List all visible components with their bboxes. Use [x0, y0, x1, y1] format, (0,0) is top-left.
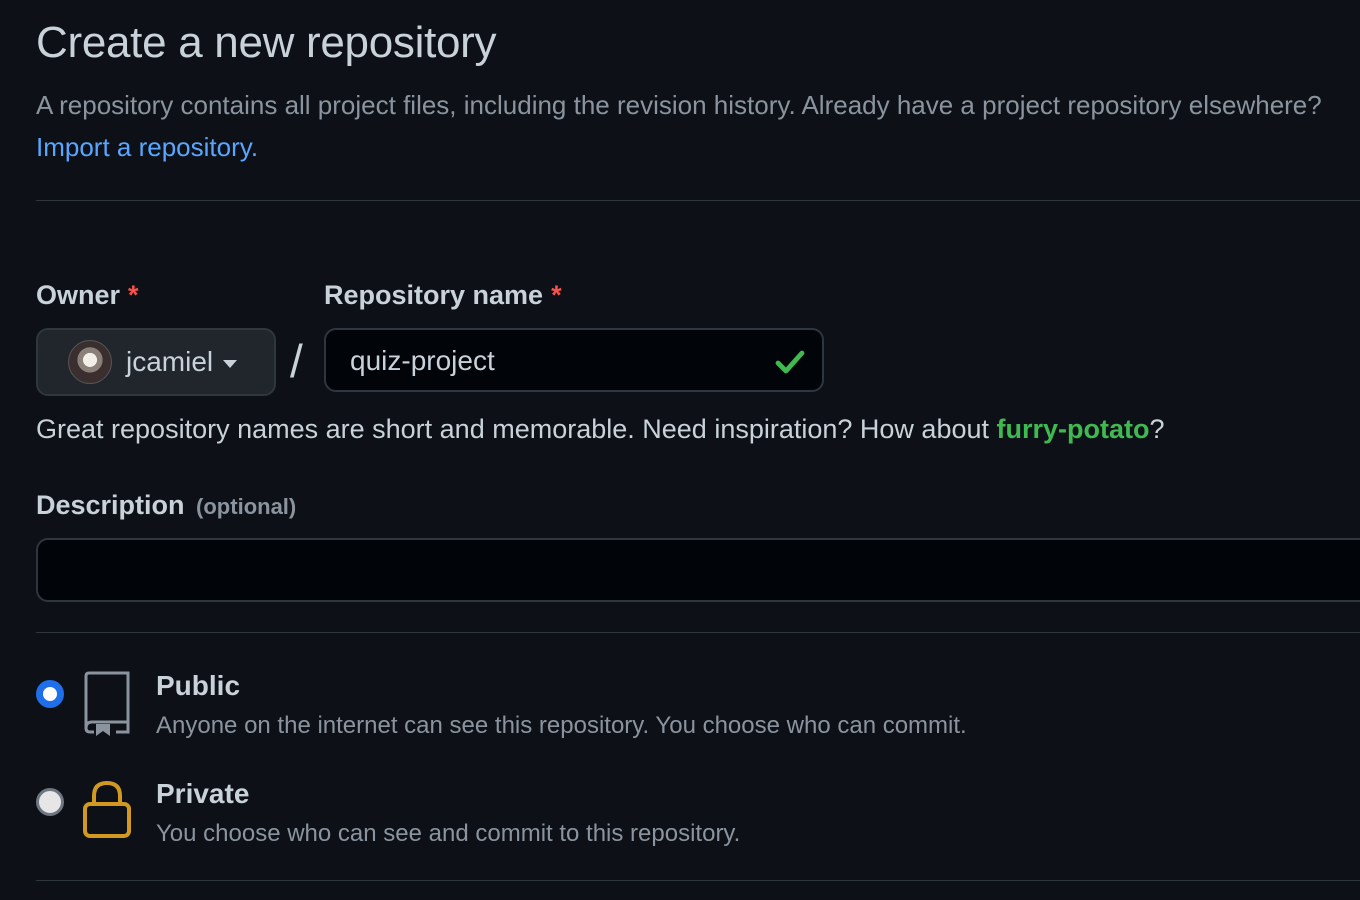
repo-icon — [84, 671, 130, 736]
hint-text: Great repository names are short and mem… — [36, 414, 989, 444]
name-suggestion-link[interactable]: furry-potato — [997, 414, 1150, 444]
owner-repo-separator: / — [290, 335, 303, 387]
owner-name: jcamiel — [126, 346, 214, 377]
required-mark: * — [551, 280, 562, 310]
description-label-text: Description — [36, 490, 185, 520]
repo-name-label: Repository name * — [324, 280, 562, 311]
private-radio[interactable] — [36, 788, 64, 816]
repo-name-field[interactable] — [324, 328, 824, 392]
private-title: Private — [156, 778, 250, 809]
import-repository-link[interactable]: Import a repository. — [36, 132, 258, 162]
caret-down-icon — [223, 360, 238, 368]
user-avatar-icon — [68, 340, 112, 384]
owner-dropdown[interactable]: jcamiel — [36, 328, 276, 396]
name-hint: Great repository names are short and mem… — [36, 414, 1165, 445]
divider — [36, 200, 1360, 201]
page-subtitle: A repository contains all project files,… — [36, 84, 1356, 168]
optional-tag: (optional) — [196, 494, 297, 519]
subtitle-text: A repository contains all project files,… — [36, 90, 1322, 120]
lock-icon — [83, 780, 131, 838]
public-radio[interactable] — [36, 680, 64, 708]
description-field[interactable] — [36, 538, 1360, 602]
check-icon — [775, 350, 805, 374]
description-label: Description (optional) — [36, 490, 296, 521]
create-repo-page: Create a new repository A repository con… — [36, 0, 1360, 900]
private-description: You choose who can see and commit to thi… — [156, 820, 741, 847]
divider — [36, 632, 1360, 633]
public-description: Anyone on the internet can see this repo… — [156, 712, 967, 739]
hint-suffix: ? — [1149, 414, 1165, 444]
owner-label: Owner * — [36, 280, 139, 311]
required-mark: * — [128, 280, 139, 310]
repo-name-input[interactable] — [350, 342, 760, 380]
public-title: Public — [156, 670, 241, 701]
page-title: Create a new repository — [36, 18, 497, 67]
description-input[interactable] — [58, 552, 1338, 590]
owner-label-text: Owner — [36, 280, 121, 310]
divider — [36, 880, 1360, 881]
repo-name-label-text: Repository name — [324, 280, 544, 310]
